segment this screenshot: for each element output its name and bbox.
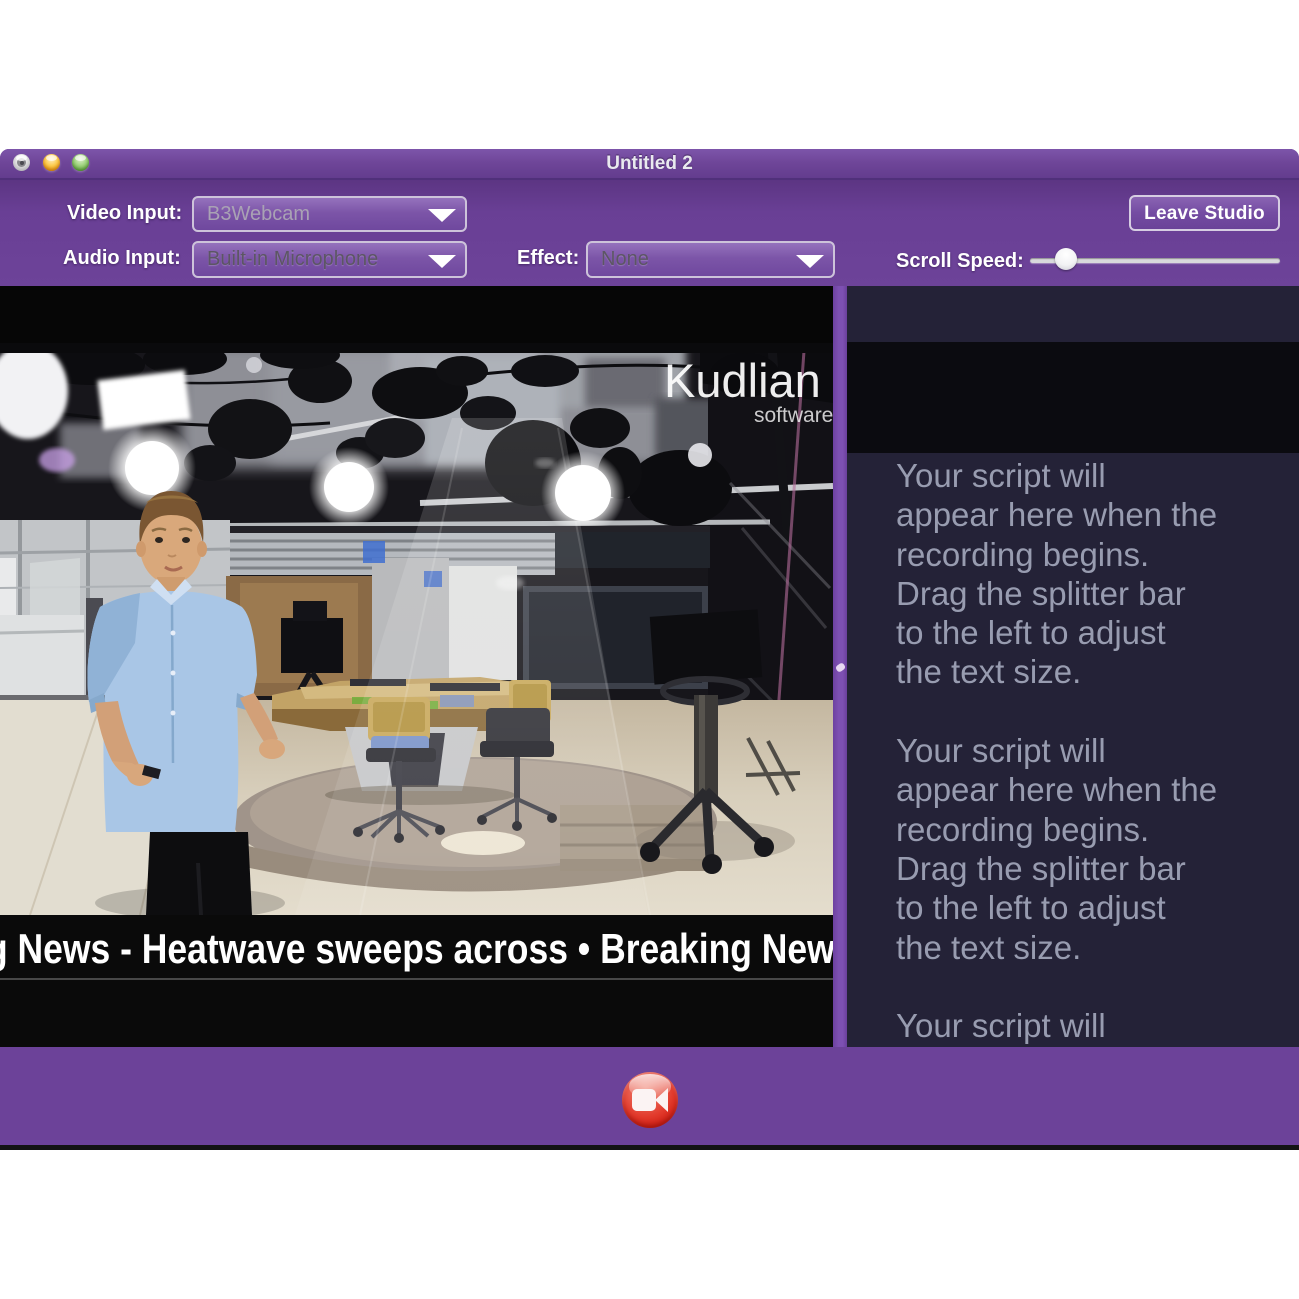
svg-text:Kudlian: Kudlian	[664, 354, 821, 407]
svg-text:software: software	[754, 404, 833, 427]
